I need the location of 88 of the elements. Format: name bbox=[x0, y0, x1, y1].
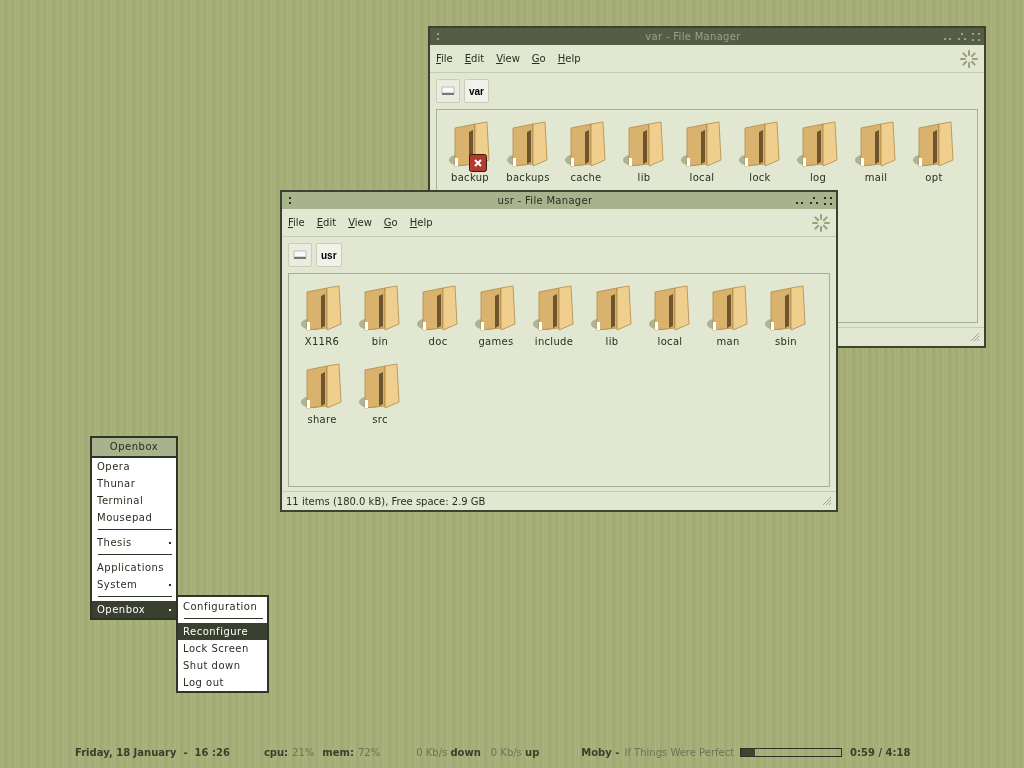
folder-icon bbox=[647, 284, 693, 332]
menu-entry[interactable]: Terminal bbox=[92, 492, 176, 509]
menu-entry[interactable]: Reconfigure bbox=[178, 623, 267, 640]
window-menu-icon[interactable] bbox=[286, 196, 294, 205]
folder-name[interactable]: bin bbox=[371, 336, 389, 347]
playback-time: 0:59 / 4:18 bbox=[850, 747, 911, 758]
resize-grip-icon[interactable] bbox=[822, 496, 832, 506]
menu-item[interactable]: Go bbox=[531, 53, 546, 64]
folder-name[interactable]: share bbox=[307, 414, 337, 425]
menu-title: Openbox bbox=[92, 438, 176, 458]
spinner-icon bbox=[960, 49, 978, 68]
artist-text: Moby - bbox=[581, 747, 620, 758]
folder-icon bbox=[853, 120, 899, 168]
folder-icon bbox=[505, 120, 551, 168]
menu-entry[interactable]: Openbox bbox=[92, 601, 176, 618]
folder-name[interactable]: doc bbox=[428, 336, 448, 347]
stat-label: mem: bbox=[322, 747, 354, 758]
folder-icon bbox=[621, 120, 667, 168]
menu-entry[interactable]: Shut down bbox=[178, 657, 267, 674]
path-button[interactable]: usr bbox=[316, 243, 342, 267]
folder-name[interactable]: X11R6 bbox=[304, 336, 340, 347]
folder-icon bbox=[473, 284, 519, 332]
folder-icon bbox=[911, 120, 957, 168]
folder-name[interactable]: local bbox=[689, 172, 715, 183]
folder-icon bbox=[299, 362, 345, 410]
path-button[interactable]: var bbox=[464, 79, 489, 103]
stat-value: 72% bbox=[357, 747, 381, 758]
folder-name[interactable]: games bbox=[478, 336, 514, 347]
folder-icon bbox=[357, 284, 403, 332]
maximize-icon[interactable] bbox=[810, 196, 818, 205]
menu-item[interactable]: View bbox=[348, 217, 372, 228]
menu-entry[interactable]: Mousepad bbox=[92, 509, 176, 526]
folder-icon bbox=[763, 284, 809, 332]
drive-button[interactable] bbox=[436, 79, 460, 103]
window-title: usr - File Manager bbox=[496, 195, 594, 206]
network-rate: 0 Kb/s down bbox=[416, 747, 481, 758]
folder-icon bbox=[705, 284, 751, 332]
spinner-icon bbox=[812, 213, 830, 232]
menu-entry[interactable]: Applications bbox=[92, 559, 176, 576]
menu-entry[interactable]: Opera bbox=[92, 458, 176, 475]
menu-item[interactable]: File bbox=[436, 53, 453, 64]
folder-name[interactable]: sbin bbox=[775, 336, 797, 347]
menu-item[interactable]: Edit bbox=[464, 53, 485, 64]
menu-entry[interactable]: Thunar bbox=[92, 475, 176, 492]
folder-icon bbox=[531, 284, 577, 332]
folder-name[interactable]: opt bbox=[925, 172, 943, 183]
folder-icon bbox=[299, 284, 345, 332]
menu-entry[interactable]: Log out bbox=[178, 674, 267, 691]
drive-button[interactable] bbox=[288, 243, 312, 267]
menu-item[interactable]: Edit bbox=[316, 217, 337, 228]
stat-value: 21% bbox=[292, 747, 315, 758]
menu-entry[interactable]: Lock Screen bbox=[178, 640, 267, 657]
network-rate: 0 Kb/s up bbox=[490, 747, 540, 758]
folder-icon bbox=[737, 120, 783, 168]
folder-name[interactable]: lib bbox=[637, 172, 651, 183]
menu-item[interactable]: Go bbox=[383, 217, 398, 228]
window-title: var - File Manager bbox=[644, 31, 742, 42]
folder-name[interactable]: lock bbox=[749, 172, 771, 183]
close-icon[interactable] bbox=[824, 196, 832, 205]
status-text: 11 items (180.0 kB), Free space: 2.9 GB bbox=[286, 495, 486, 507]
menu-entry[interactable]: System bbox=[92, 576, 176, 593]
folder-icon bbox=[563, 120, 609, 168]
stat-label: cpu: bbox=[263, 747, 289, 758]
drive-icon bbox=[441, 86, 455, 96]
folder-name[interactable]: backups bbox=[506, 172, 550, 183]
resize-grip-icon[interactable] bbox=[970, 332, 980, 342]
folder-name[interactable]: local bbox=[657, 336, 683, 347]
folder-name[interactable]: include bbox=[534, 336, 574, 347]
folder-name[interactable]: backup bbox=[451, 172, 489, 183]
menu-entry[interactable]: Configuration bbox=[178, 598, 267, 615]
folder-name[interactable]: mail bbox=[864, 172, 888, 183]
folder-name[interactable]: cache bbox=[570, 172, 602, 183]
menu-item[interactable]: File bbox=[288, 217, 305, 228]
folder-icon bbox=[357, 362, 403, 410]
menu-item[interactable]: View bbox=[496, 53, 520, 64]
folder-name[interactable]: man bbox=[716, 336, 740, 347]
folder-name[interactable]: log bbox=[809, 172, 827, 183]
menu-item[interactable]: Help bbox=[557, 53, 581, 64]
menu-entry[interactable]: Thesis bbox=[92, 534, 176, 551]
folder-name[interactable]: lib bbox=[605, 336, 619, 347]
menu-item[interactable]: Help bbox=[409, 217, 433, 228]
folder-icon bbox=[589, 284, 635, 332]
folder-icon bbox=[415, 284, 461, 332]
drive-icon bbox=[293, 250, 307, 260]
folder-name[interactable]: src bbox=[372, 414, 388, 425]
folder-icon bbox=[679, 120, 725, 168]
clock-text: Friday, 18 January - 16 :26 bbox=[75, 747, 230, 758]
folder-icon bbox=[795, 120, 841, 168]
